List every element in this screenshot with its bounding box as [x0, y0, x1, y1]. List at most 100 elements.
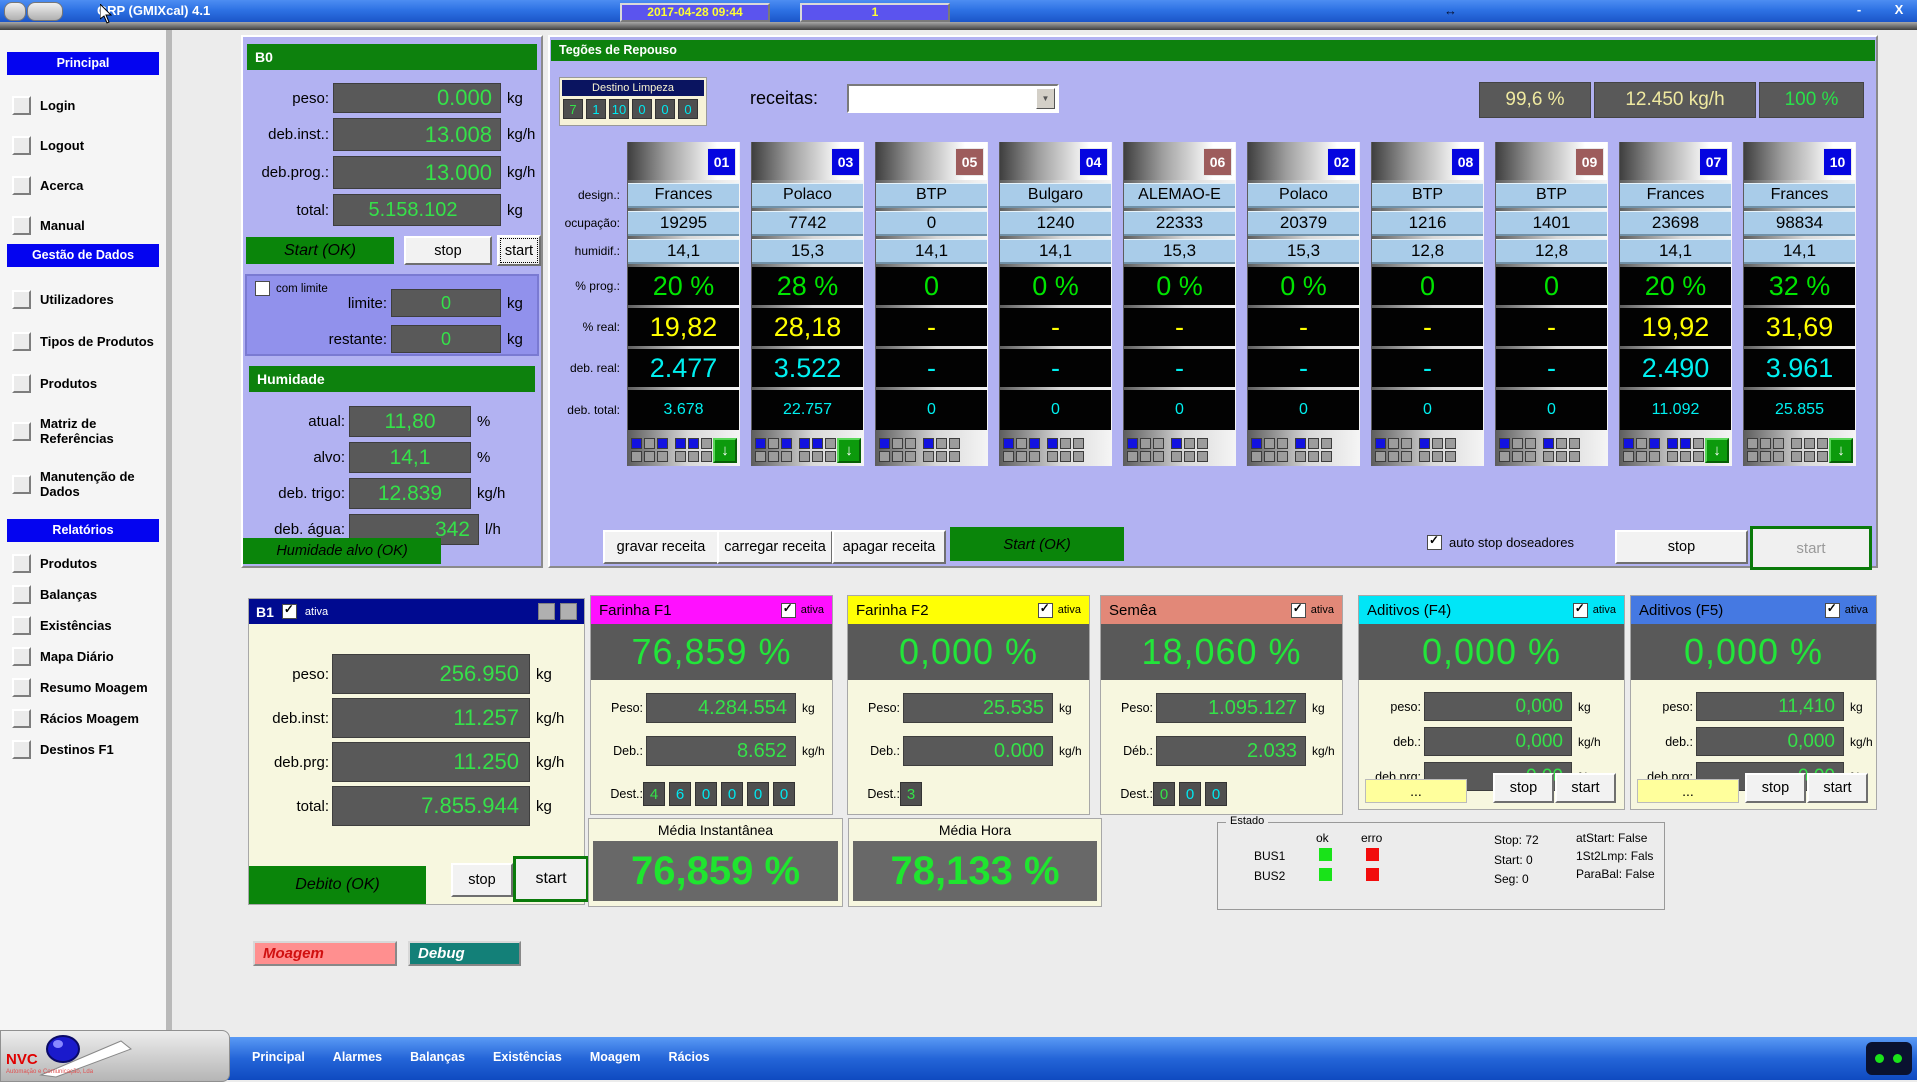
- f1-dest-row: Dest.: 460000: [591, 782, 832, 806]
- b1-panel: B1 ativa peso: 256.950 kg deb.inst: 11.2…: [248, 598, 585, 905]
- sidebar-item[interactable]: Existências: [12, 616, 166, 635]
- sidebar-item-button[interactable]: [12, 647, 31, 666]
- peso-value: 256.950: [332, 654, 530, 694]
- sidebar-item-button[interactable]: [12, 422, 31, 441]
- down-arrow-button[interactable]: ↓: [837, 438, 861, 463]
- sidebar-item-button[interactable]: [12, 554, 31, 573]
- destination-value: 4: [643, 782, 665, 806]
- com-limite-row[interactable]: com limite: [255, 281, 328, 296]
- destination-indicator-square: [1760, 451, 1771, 462]
- sidebar-item[interactable]: Matriz de Referências: [12, 416, 166, 446]
- b0-stop-button[interactable]: stop: [404, 236, 492, 265]
- field-label: peso:: [1631, 700, 1693, 714]
- bottom-nav-item[interactable]: Balanças: [410, 1050, 465, 1064]
- f4-stop-button[interactable]: stop: [1493, 773, 1554, 803]
- parabal-flag: ParaBal: False: [1576, 867, 1655, 881]
- sidebar-item-button[interactable]: [12, 740, 31, 759]
- f5-start-button[interactable]: start: [1807, 773, 1868, 803]
- f4-start-button[interactable]: start: [1555, 773, 1616, 803]
- ativa-checkbox[interactable]: [1825, 603, 1840, 618]
- sidebar-item-button[interactable]: [12, 332, 31, 351]
- sidebar-item[interactable]: Resumo Moagem: [12, 678, 166, 697]
- silo-real-cell: 28,18: [752, 308, 863, 346]
- down-arrow-button[interactable]: ↓: [1705, 438, 1729, 463]
- destination-value: 6: [669, 782, 691, 806]
- bottom-nav-item[interactable]: Existências: [493, 1050, 562, 1064]
- sidebar-item-button[interactable]: [12, 616, 31, 635]
- sidebar-item-button[interactable]: [12, 96, 31, 115]
- sidebar-item[interactable]: Login: [12, 96, 166, 115]
- down-arrow-button[interactable]: ↓: [1829, 438, 1853, 463]
- semea-peso-row: Peso: 1.095.127 kg: [1101, 693, 1342, 723]
- tegoes-stop-button[interactable]: stop: [1615, 530, 1748, 564]
- auto-stop-row[interactable]: auto stop doseadores: [1427, 535, 1574, 550]
- row-label-debtotal: deb. total:: [550, 390, 624, 434]
- ativa-checkbox[interactable]: [781, 603, 796, 618]
- tab-moagem[interactable]: Moagem: [253, 941, 397, 966]
- com-limite-checkbox[interactable]: [255, 281, 270, 296]
- sidebar-item-button[interactable]: [12, 374, 31, 393]
- bottom-nav-item[interactable]: Rácios: [669, 1050, 710, 1064]
- b0-debprog-row: deb.prog.: 13.000 kg/h: [243, 156, 541, 189]
- silo-ocupacao-cell: 1216: [1372, 211, 1483, 236]
- sidebar-item-button[interactable]: [12, 176, 31, 195]
- bottom-nav-item[interactable]: Alarmes: [333, 1050, 382, 1064]
- bottom-nav-item[interactable]: Principal: [252, 1050, 305, 1064]
- sidebar-item-button[interactable]: [12, 678, 31, 697]
- gravar-receita-button[interactable]: gravar receita: [603, 530, 719, 564]
- chevron-down-icon[interactable]: ▼: [1036, 88, 1055, 109]
- down-arrow-button[interactable]: ↓: [713, 438, 737, 463]
- destination-indicator-square: [1432, 438, 1443, 449]
- sidebar-item[interactable]: Mapa Diário: [12, 647, 166, 666]
- b1-window-square[interactable]: [560, 603, 577, 620]
- sidebar-item[interactable]: Produtos: [12, 374, 166, 393]
- sidebar-item[interactable]: Balanças: [12, 585, 166, 604]
- sidebar-item[interactable]: Destinos F1: [12, 740, 166, 759]
- ativa-checkbox[interactable]: [1573, 603, 1588, 618]
- sidebar-item-button[interactable]: [12, 136, 31, 155]
- destination-indicator-square: [1569, 451, 1580, 462]
- minimize-button[interactable]: -: [1848, 2, 1870, 17]
- close-button[interactable]: X: [1888, 2, 1910, 17]
- destination-indicator-square: [1321, 451, 1332, 462]
- erro-column-header: erro: [1361, 831, 1382, 845]
- field-label: deb. água:: [243, 521, 345, 538]
- destination-indicator-square: [1680, 451, 1691, 462]
- b0-start-button[interactable]: start: [497, 235, 541, 266]
- auto-stop-checkbox[interactable]: [1427, 535, 1442, 550]
- receitas-dropdown[interactable]: ▼: [847, 84, 1059, 113]
- sidebar-item[interactable]: Rácios Moagem: [12, 709, 166, 728]
- silo-column: 09 BTP 1401 12,8 0 - - 0: [1495, 142, 1608, 466]
- sidebar-item[interactable]: Produtos: [12, 554, 166, 573]
- carregar-receita-button[interactable]: carregar receita: [717, 530, 833, 564]
- b1-start-button[interactable]: start: [513, 856, 589, 902]
- sidebar-item-button[interactable]: [12, 475, 31, 494]
- sidebar-item-button[interactable]: [12, 585, 31, 604]
- apagar-receita-button[interactable]: apagar receita: [832, 530, 946, 564]
- sidebar-item-label: Produtos: [40, 556, 97, 571]
- sidebar-item[interactable]: Utilizadores: [12, 290, 166, 309]
- sidebar-item[interactable]: Manutenção de Dados: [12, 469, 166, 499]
- resize-icon[interactable]: ↔: [1444, 3, 1457, 18]
- aditivos-f5-header: Aditivos (F5) ativa: [1631, 596, 1876, 624]
- sidebar-item-button[interactable]: [12, 709, 31, 728]
- tab-debug[interactable]: Debug: [408, 941, 521, 966]
- b1-ativa-checkbox[interactable]: [282, 604, 297, 619]
- sidebar-item[interactable]: Acerca: [12, 176, 166, 195]
- sidebar-item-button[interactable]: [12, 290, 31, 309]
- ativa-checkbox[interactable]: [1291, 603, 1306, 618]
- f5-stop-button[interactable]: stop: [1745, 773, 1806, 803]
- sidebar-item[interactable]: Tipos de Produtos: [12, 332, 166, 351]
- sidebar-item[interactable]: Manual: [12, 216, 166, 235]
- f4-options-button[interactable]: ...: [1365, 779, 1467, 803]
- tegoes-start-button[interactable]: start: [1750, 526, 1872, 570]
- f5-options-button[interactable]: ...: [1637, 779, 1739, 803]
- b1-window-square[interactable]: [538, 603, 555, 620]
- bottom-nav-item[interactable]: Moagem: [590, 1050, 641, 1064]
- ativa-checkbox[interactable]: [1038, 603, 1053, 618]
- sidebar-item-button[interactable]: [12, 216, 31, 235]
- b1-status-badge: Debito (OK): [249, 866, 426, 904]
- b1-stop-button[interactable]: stop: [451, 863, 513, 897]
- sidebar-item[interactable]: Logout: [12, 136, 166, 155]
- limite-value: 0: [391, 289, 501, 317]
